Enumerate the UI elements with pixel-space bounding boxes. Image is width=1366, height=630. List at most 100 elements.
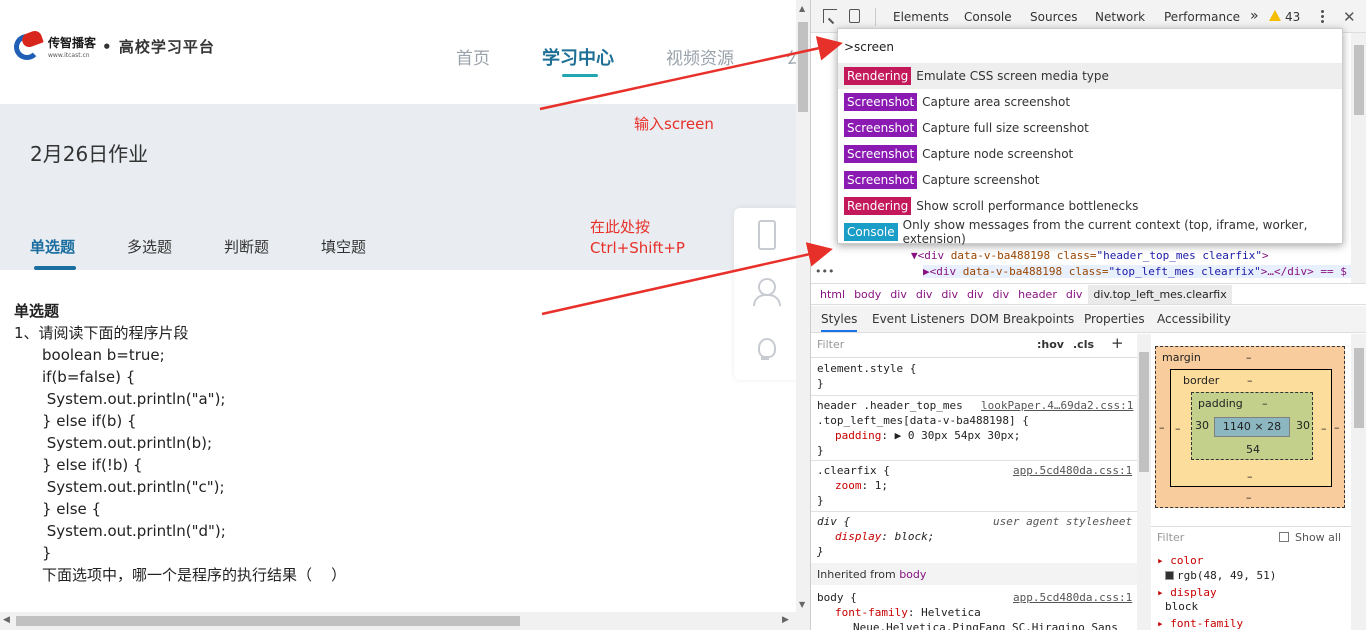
command-item[interactable]: Console Only show messages from the curre… xyxy=(838,218,1342,246)
command-item[interactable]: Screenshot Capture area screenshot xyxy=(838,89,1342,115)
box-model-border[interactable]: border – – – – padding – 30 30 54 1140 ×… xyxy=(1170,369,1332,487)
rule-declaration[interactable]: font-family: Helvetica xyxy=(817,605,1133,620)
dom-node-header-top-mes[interactable]: ▼<div data-v-ba488198 class="header_top_… xyxy=(911,249,1269,262)
site-logo[interactable]: 传智播客 www.itcast.cn • 高校学习平台 xyxy=(14,29,215,60)
tab-single-choice[interactable]: 单选题 xyxy=(30,236,77,270)
scrollbar-thumb[interactable] xyxy=(16,616,520,626)
new-rule-icon[interactable]: + xyxy=(1111,334,1124,352)
tab-styles[interactable]: Styles xyxy=(821,312,858,332)
device-toolbar-icon[interactable] xyxy=(849,9,860,23)
rule-source-link[interactable]: lookPaper.4…69da2.css:1 xyxy=(981,398,1133,413)
inspect-element-icon[interactable] xyxy=(823,9,837,23)
question-block: 单选题 1、请阅读下面的程序片段 boolean b=true; if(b=fa… xyxy=(14,300,346,586)
nav-video-resources[interactable]: 视频资源 xyxy=(666,44,734,70)
breadcrumb-item[interactable]: div xyxy=(941,288,958,301)
nav-home[interactable]: 首页 xyxy=(456,44,490,70)
box-model-padding[interactable]: padding – 30 30 54 1140 × 28 xyxy=(1191,392,1313,460)
command-item[interactable]: Rendering Show scroll performance bottlen… xyxy=(838,193,1342,219)
more-tabs-icon[interactable]: » xyxy=(1250,8,1259,24)
padding-top-value: – xyxy=(1262,397,1268,410)
nav-more[interactable]: 公 xyxy=(786,44,796,70)
box-model-content[interactable]: 1140 × 28 xyxy=(1214,417,1290,437)
breadcrumb-current[interactable]: div.top_left_mes.clearfix xyxy=(1088,284,1232,304)
page-horizontal-scrollbar[interactable]: ◀ ▶ xyxy=(0,612,796,630)
breadcrumb-item[interactable]: div xyxy=(993,288,1010,301)
rule-source-link[interactable]: app.5cd480da.css:1 xyxy=(1013,463,1132,478)
cls-toggle[interactable]: .cls xyxy=(1073,338,1094,351)
scrollbar-thumb[interactable] xyxy=(1354,348,1364,428)
tab-sources[interactable]: Sources xyxy=(1030,10,1077,24)
breadcrumb-item[interactable]: div xyxy=(967,288,984,301)
hov-toggle[interactable]: :hov xyxy=(1037,338,1064,351)
inherited-node-link[interactable]: body xyxy=(899,568,926,581)
rule-declaration[interactable]: zoom: 1; xyxy=(817,478,1133,493)
computed-prop-display[interactable]: ▸ display xyxy=(1157,586,1217,599)
computed-prop-value: block xyxy=(1165,600,1199,613)
breadcrumb-item[interactable]: div xyxy=(916,288,933,301)
command-item[interactable]: Rendering Emulate CSS screen media type xyxy=(838,63,1342,89)
tab-fill-blank[interactable]: 填空题 xyxy=(321,236,366,257)
show-all-label: Show all xyxy=(1295,531,1342,544)
styles-filter-input[interactable]: Filter xyxy=(817,338,844,351)
padding-bottom-value: 54 xyxy=(1246,443,1260,456)
breadcrumb-item[interactable]: header xyxy=(1018,288,1057,301)
rule-selector: .top_left_mes[data-v-ba488198] { xyxy=(817,414,1029,427)
warning-icon[interactable] xyxy=(1269,10,1281,21)
computed-prop-name: display xyxy=(1170,586,1217,599)
tab-elements[interactable]: Elements xyxy=(893,10,949,24)
property-value: : 1; xyxy=(861,479,889,492)
code-line: } else { xyxy=(42,500,102,518)
tab-properties[interactable]: Properties xyxy=(1084,312,1145,326)
tab-multiple-choice[interactable]: 多选题 xyxy=(127,236,172,257)
breadcrumb-item[interactable]: div xyxy=(890,288,907,301)
tab-performance[interactable]: Performance xyxy=(1164,10,1240,24)
scroll-up-arrow-icon[interactable]: ▲ xyxy=(799,4,805,13)
scroll-right-arrow-icon[interactable]: ▶ xyxy=(782,615,789,625)
dom-node-top-left-mes[interactable]: ▶<div data-v-ba488198 class="top_left_me… xyxy=(923,265,1351,278)
scrollbar-thumb[interactable] xyxy=(798,22,808,112)
margin-bottom-value: – xyxy=(1246,491,1252,504)
breadcrumb-item[interactable]: html xyxy=(820,288,845,301)
tab-true-false[interactable]: 判断题 xyxy=(224,236,269,257)
box-model-margin[interactable]: margin – – – – border – – – – padding – … xyxy=(1155,346,1345,508)
command-input[interactable] xyxy=(842,33,1338,61)
computed-scrollbar[interactable] xyxy=(1351,334,1366,630)
scroll-left-arrow-icon[interactable]: ◀ xyxy=(3,615,10,625)
scrollbar-thumb[interactable] xyxy=(1139,352,1149,472)
lightbulb-icon[interactable] xyxy=(752,336,778,364)
computed-prop-font-family[interactable]: ▸ font-family xyxy=(1157,617,1243,630)
tab-accessibility[interactable]: Accessibility xyxy=(1157,312,1231,326)
command-item[interactable]: Screenshot Capture full size screenshot xyxy=(838,115,1342,141)
user-icon[interactable] xyxy=(752,278,781,306)
code-line: } else if(b) { xyxy=(42,412,137,430)
ellipsis-icon[interactable]: ••• xyxy=(815,265,834,278)
scrollbar-thumb[interactable] xyxy=(1354,45,1364,115)
command-item[interactable]: Screenshot Capture screenshot xyxy=(838,167,1342,193)
close-icon[interactable]: ✕ xyxy=(1343,8,1356,26)
tab-network[interactable]: Network xyxy=(1095,10,1145,24)
tab-dom-breakpoints[interactable]: DOM Breakpoints xyxy=(970,312,1074,326)
tab-console[interactable]: Console xyxy=(964,10,1012,24)
breadcrumb-item[interactable]: div xyxy=(1066,288,1083,301)
property-name: display xyxy=(835,530,882,543)
command-item[interactable]: Screenshot Capture node screenshot xyxy=(838,141,1342,167)
code-line: System.out.println(b); xyxy=(42,434,213,452)
show-all-checkbox[interactable] xyxy=(1279,532,1289,542)
rule-declaration[interactable]: padding: ▶ 0 30px 54px 30px; xyxy=(817,428,1133,443)
styles-scrollbar[interactable] xyxy=(1137,334,1151,630)
phone-icon[interactable] xyxy=(752,220,778,250)
dom-breadcrumb: html body div div div div div header div… xyxy=(811,283,1366,305)
computed-filter-input[interactable]: Filter xyxy=(1157,531,1184,544)
tab-event-listeners[interactable]: Event Listeners xyxy=(872,312,965,326)
elements-scrollbar[interactable] xyxy=(1351,33,1366,283)
breadcrumb-item[interactable]: body xyxy=(854,288,881,301)
nav-learning-center[interactable]: 学习中心 xyxy=(542,44,614,77)
computed-prop-color[interactable]: ▸ color xyxy=(1157,554,1203,567)
scroll-down-arrow-icon[interactable]: ▼ xyxy=(799,600,805,609)
color-swatch[interactable] xyxy=(1165,571,1174,580)
warning-count[interactable]: 43 xyxy=(1285,10,1300,24)
dom-attr: class= xyxy=(1050,249,1097,262)
kebab-menu-icon[interactable] xyxy=(1321,9,1324,24)
rule-source-link[interactable]: app.5cd480da.css:1 xyxy=(1013,590,1132,605)
page-vertical-scrollbar[interactable]: ▲ ▼ xyxy=(796,0,810,630)
